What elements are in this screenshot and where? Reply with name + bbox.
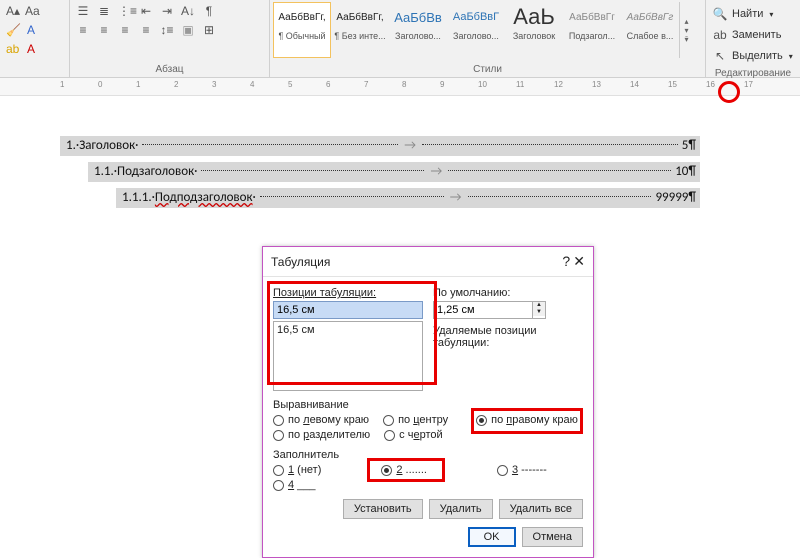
align-left-button[interactable]: ≡ <box>73 21 93 39</box>
paragraph-group-label: Абзац <box>73 62 266 77</box>
grow-font-button[interactable]: A▴ <box>3 2 21 20</box>
styles-expand-button[interactable]: ▴▾▾̄ <box>679 2 693 58</box>
bullets-button[interactable]: ☰ <box>73 2 93 20</box>
paragraph-group: ☰ ≣ ⋮≡ ⇤ ⇥ A↓ ¶ ≡ ≡ ≡ ≡ ↕≡ ▣ ⊞ Абзац <box>70 0 270 77</box>
justify-button[interactable]: ≡ <box>136 21 156 39</box>
indent-dec-button[interactable]: ⇤ <box>136 2 156 20</box>
font-color-button[interactable]: A <box>22 40 40 58</box>
dialog-titlebar[interactable]: Табуляция ? ✕ <box>263 247 593 277</box>
align-center-button[interactable]: ≡ <box>94 21 114 39</box>
clear-format-button[interactable]: 🧹 <box>3 21 21 39</box>
tab-position-list[interactable]: 16,5 см <box>273 321 423 391</box>
document-line[interactable]: 1.1.1.·Подподзаголовок·→99999¶ <box>116 188 700 208</box>
style-item[interactable]: АаБбВвГг,¶ Обычный <box>273 2 331 58</box>
multilevel-button[interactable]: ⋮≡ <box>115 2 135 20</box>
search-icon: 🔍 <box>712 6 728 22</box>
shading-button[interactable]: ▣ <box>178 21 198 39</box>
leader-none-radio[interactable]: 1 (нет) <box>273 464 321 476</box>
set-button[interactable]: Установить <box>343 499 423 519</box>
dialog-title: Табуляция <box>271 255 330 269</box>
cursor-icon: ↖ <box>712 48 728 64</box>
replace-icon: ab <box>712 27 728 43</box>
text-effects-button[interactable]: A <box>22 21 40 39</box>
numbering-button[interactable]: ≣ <box>94 2 114 20</box>
horizontal-ruler[interactable]: 101234567891011121314151617 <box>0 78 800 96</box>
align-right-button[interactable]: ≡ <box>115 21 135 39</box>
clear-label: Удаляемые позиции табуляции: <box>433 325 583 349</box>
positions-label: Позиции табуляции: <box>273 287 423 299</box>
document-area: 1.·Заголовок·→5¶ 1.1.·Подзаголовок·→10¶ 1.… <box>60 136 700 214</box>
default-stop-input[interactable] <box>433 301 533 319</box>
line-spacing-button[interactable]: ↕≡ <box>157 21 177 39</box>
highlight-button[interactable]: ab <box>3 40 21 58</box>
leader-dots-radio[interactable]: 2 ....... <box>381 464 427 476</box>
borders-button[interactable]: ⊞ <box>199 21 219 39</box>
style-item[interactable]: АаБбВвГгСлабое в... <box>621 2 679 58</box>
clear-all-button[interactable]: Удалить все <box>499 499 583 519</box>
alignment-label: Выравнивание <box>273 399 583 411</box>
document-line[interactable]: 1.1.·Подзаголовок·→10¶ <box>88 162 700 182</box>
font-group: A▴ Aa 🧹 A ab A <box>0 0 70 77</box>
show-marks-button[interactable]: ¶ <box>199 2 219 20</box>
find-button[interactable]: 🔍Найти▾ <box>709 4 797 24</box>
help-button[interactable]: ? <box>562 253 570 269</box>
clear-button[interactable]: Удалить <box>429 499 493 519</box>
cancel-button[interactable]: Отмена <box>522 527 583 547</box>
align-right-radio[interactable]: по правому краю <box>476 414 578 426</box>
tabs-dialog: Табуляция ? ✕ Позиции табуляции: 16,5 см… <box>262 246 594 558</box>
leader-under-radio[interactable]: 4 ___ <box>273 479 316 491</box>
font-group-label <box>3 62 66 77</box>
align-center-radio[interactable]: по центру <box>383 414 448 426</box>
document-line[interactable]: 1.·Заголовок·→5¶ <box>60 136 700 156</box>
style-item[interactable]: АаБбВвГг,¶ Без инте... <box>331 2 389 58</box>
default-stop-spinner[interactable]: ▲▼ <box>533 301 546 319</box>
styles-group: АаБбВвГг,¶ ОбычныйАаБбВвГг,¶ Без инте...… <box>270 0 706 77</box>
close-button[interactable]: ✕ <box>573 253 585 269</box>
align-bar-radio[interactable]: с чертой <box>384 429 442 441</box>
sort-button[interactable]: A↓ <box>178 2 198 20</box>
align-decimal-radio[interactable]: по разделителю <box>273 429 370 441</box>
replace-button[interactable]: abЗаменить <box>709 25 797 45</box>
editing-group: 🔍Найти▾ abЗаменить ↖Выделить▾ Редактиров… <box>706 0 800 77</box>
change-case-button[interactable]: Aa <box>22 2 40 20</box>
styles-gallery[interactable]: АаБбВвГг,¶ ОбычныйАаБбВвГг,¶ Без инте...… <box>273 2 702 58</box>
leader-dash-radio[interactable]: 3 ------- <box>497 464 547 476</box>
leader-label: Заполнитель <box>273 449 583 461</box>
ribbon: A▴ Aa 🧹 A ab A ☰ ≣ ⋮≡ ⇤ ⇥ A↓ ¶ ≡ ≡ ≡ ≡ ↕… <box>0 0 800 78</box>
styles-group-label: Стили <box>273 62 702 77</box>
list-item[interactable]: 16,5 см <box>277 324 419 336</box>
style-item[interactable]: АаБбВвГЗаголово... <box>447 2 505 58</box>
indent-inc-button[interactable]: ⇥ <box>157 2 177 20</box>
style-item[interactable]: АаБбВвЗаголово... <box>389 2 447 58</box>
default-label: По умолчанию: <box>433 287 583 299</box>
ok-button[interactable]: OK <box>468 527 516 547</box>
style-item[interactable]: АаЬЗаголовок <box>505 2 563 58</box>
style-item[interactable]: АаБбВвГгПодзагол... <box>563 2 621 58</box>
select-button[interactable]: ↖Выделить▾ <box>709 46 797 66</box>
align-left-radio[interactable]: по левому краю <box>273 414 369 426</box>
tab-position-input[interactable] <box>273 301 423 319</box>
